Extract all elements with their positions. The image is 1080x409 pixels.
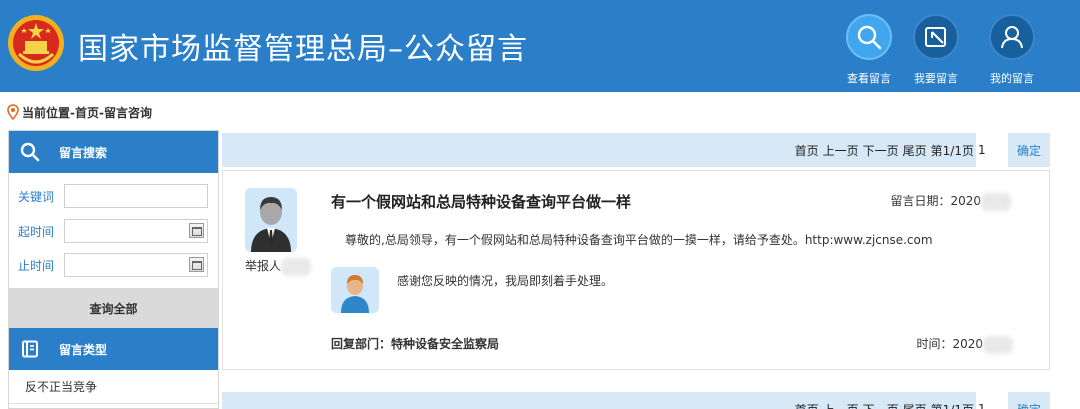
message-body: 尊敬的,总局领导，有一个假网站和总局特种设备查询平台做的一摸一样，请给予查处。h…	[345, 233, 933, 247]
page-number-input[interactable]: 1	[976, 392, 1008, 409]
page-info: 第1/1页	[930, 143, 974, 158]
poster-label: 举报人	[245, 259, 282, 273]
poster-name: 举报人	[245, 257, 312, 276]
reply-time: 时间：2020	[916, 335, 1013, 354]
search-panel-header: 留言搜索	[9, 131, 218, 173]
first-page-link[interactable]: 首页	[795, 142, 819, 159]
last-page-link[interactable]: 尾页	[903, 142, 927, 159]
nav-view-messages[interactable]: 查看留言	[839, 14, 899, 86]
nav-view-circle	[846, 14, 892, 60]
calendar-icon[interactable]	[189, 223, 204, 238]
location-pin-icon	[7, 104, 19, 120]
end-time-label: 止时间	[18, 258, 55, 273]
reply-time-text: 时间：2020	[916, 337, 983, 351]
start-time-label: 起时间	[18, 224, 55, 239]
pagination-top: 首页 上一页 下一页 尾页 第1/1页 1 确定	[222, 133, 1050, 167]
confirm-page-button[interactable]: 确定	[1008, 142, 1050, 159]
search-icon	[857, 25, 882, 50]
search-panel-title: 留言搜索	[59, 145, 108, 160]
type-item-unfair-competition[interactable]: 反不正当竞争	[9, 370, 218, 404]
businessman-avatar-icon	[245, 188, 297, 252]
breadcrumb-text: 当前位置-首页-留言咨询	[22, 105, 152, 120]
type-panel-header: 留言类型	[9, 328, 218, 370]
nav-my-circle	[989, 14, 1035, 60]
keyword-input[interactable]	[64, 184, 208, 208]
nav-write-label: 我要留言	[914, 72, 958, 85]
next-page-link[interactable]: 下一页	[863, 401, 899, 409]
book-icon	[19, 338, 41, 360]
breadcrumb: 当前位置-首页-留言咨询	[7, 104, 152, 120]
staff-avatar-icon	[331, 267, 379, 313]
nav-write-circle	[913, 14, 959, 60]
message-date-text: 留言日期：2020	[890, 194, 981, 208]
keyword-label: 关键词	[18, 189, 55, 204]
message-title[interactable]: 有一个假网站和总局特种设备查询平台做一样	[331, 191, 631, 212]
redacted-time	[983, 335, 1013, 354]
next-page-link[interactable]: 下一页	[863, 142, 899, 159]
keyword-row: 关键词	[18, 184, 208, 208]
pagination-bottom: 首页 上一页 下一页 尾页 第1/1页 1 确定	[222, 392, 1050, 409]
confirm-page-button[interactable]: 确定	[1008, 401, 1050, 409]
search-icon	[19, 141, 41, 163]
reply-text: 感谢您反映的情况，我局即刻着手处理。	[397, 274, 614, 288]
prev-page-link[interactable]: 上一页	[823, 401, 859, 409]
query-all-button[interactable]: 查询全部	[9, 288, 218, 328]
prev-page-link[interactable]: 上一页	[823, 142, 859, 159]
message-card: 举报人 有一个假网站和总局特种设备查询平台做一样 留言日期：2020 尊敬的,总…	[222, 170, 1050, 370]
sidebar: 留言搜索 关键词 起时间 止时间 查询全部 留言类型 反不正当竞争	[8, 130, 219, 409]
type-panel-title: 留言类型	[59, 342, 108, 357]
page-number-input[interactable]: 1	[976, 133, 1008, 167]
last-page-link[interactable]: 尾页	[903, 401, 927, 409]
poster-avatar	[245, 188, 297, 252]
end-time-input[interactable]	[64, 253, 208, 277]
start-time-row: 起时间	[18, 219, 208, 243]
page-title: 国家市场监督管理总局–公众留言	[78, 32, 528, 67]
reply-department: 回复部门：特种设备安全监察局	[331, 337, 500, 351]
nav-my-messages[interactable]: 我的留言	[982, 14, 1042, 86]
nav-view-label: 查看留言	[847, 72, 891, 85]
redacted-name	[281, 257, 312, 276]
write-icon	[925, 27, 946, 47]
message-date: 留言日期：2020	[890, 192, 1011, 211]
user-icon	[1001, 26, 1023, 49]
start-time-input[interactable]	[64, 219, 208, 243]
first-page-link[interactable]: 首页	[795, 401, 819, 409]
page-info: 第1/1页	[931, 401, 974, 409]
redacted-date	[981, 192, 1011, 211]
nav-write-message[interactable]: 我要留言	[906, 14, 966, 86]
nav-my-label: 我的留言	[990, 72, 1034, 85]
national-emblem-icon	[8, 15, 64, 71]
site-header: 国家市场监督管理总局–公众留言 查看留言 我要留言 我的留言	[0, 0, 1080, 92]
end-time-row: 止时间	[18, 253, 208, 277]
calendar-icon[interactable]	[189, 257, 204, 272]
reply-avatar	[331, 267, 379, 313]
